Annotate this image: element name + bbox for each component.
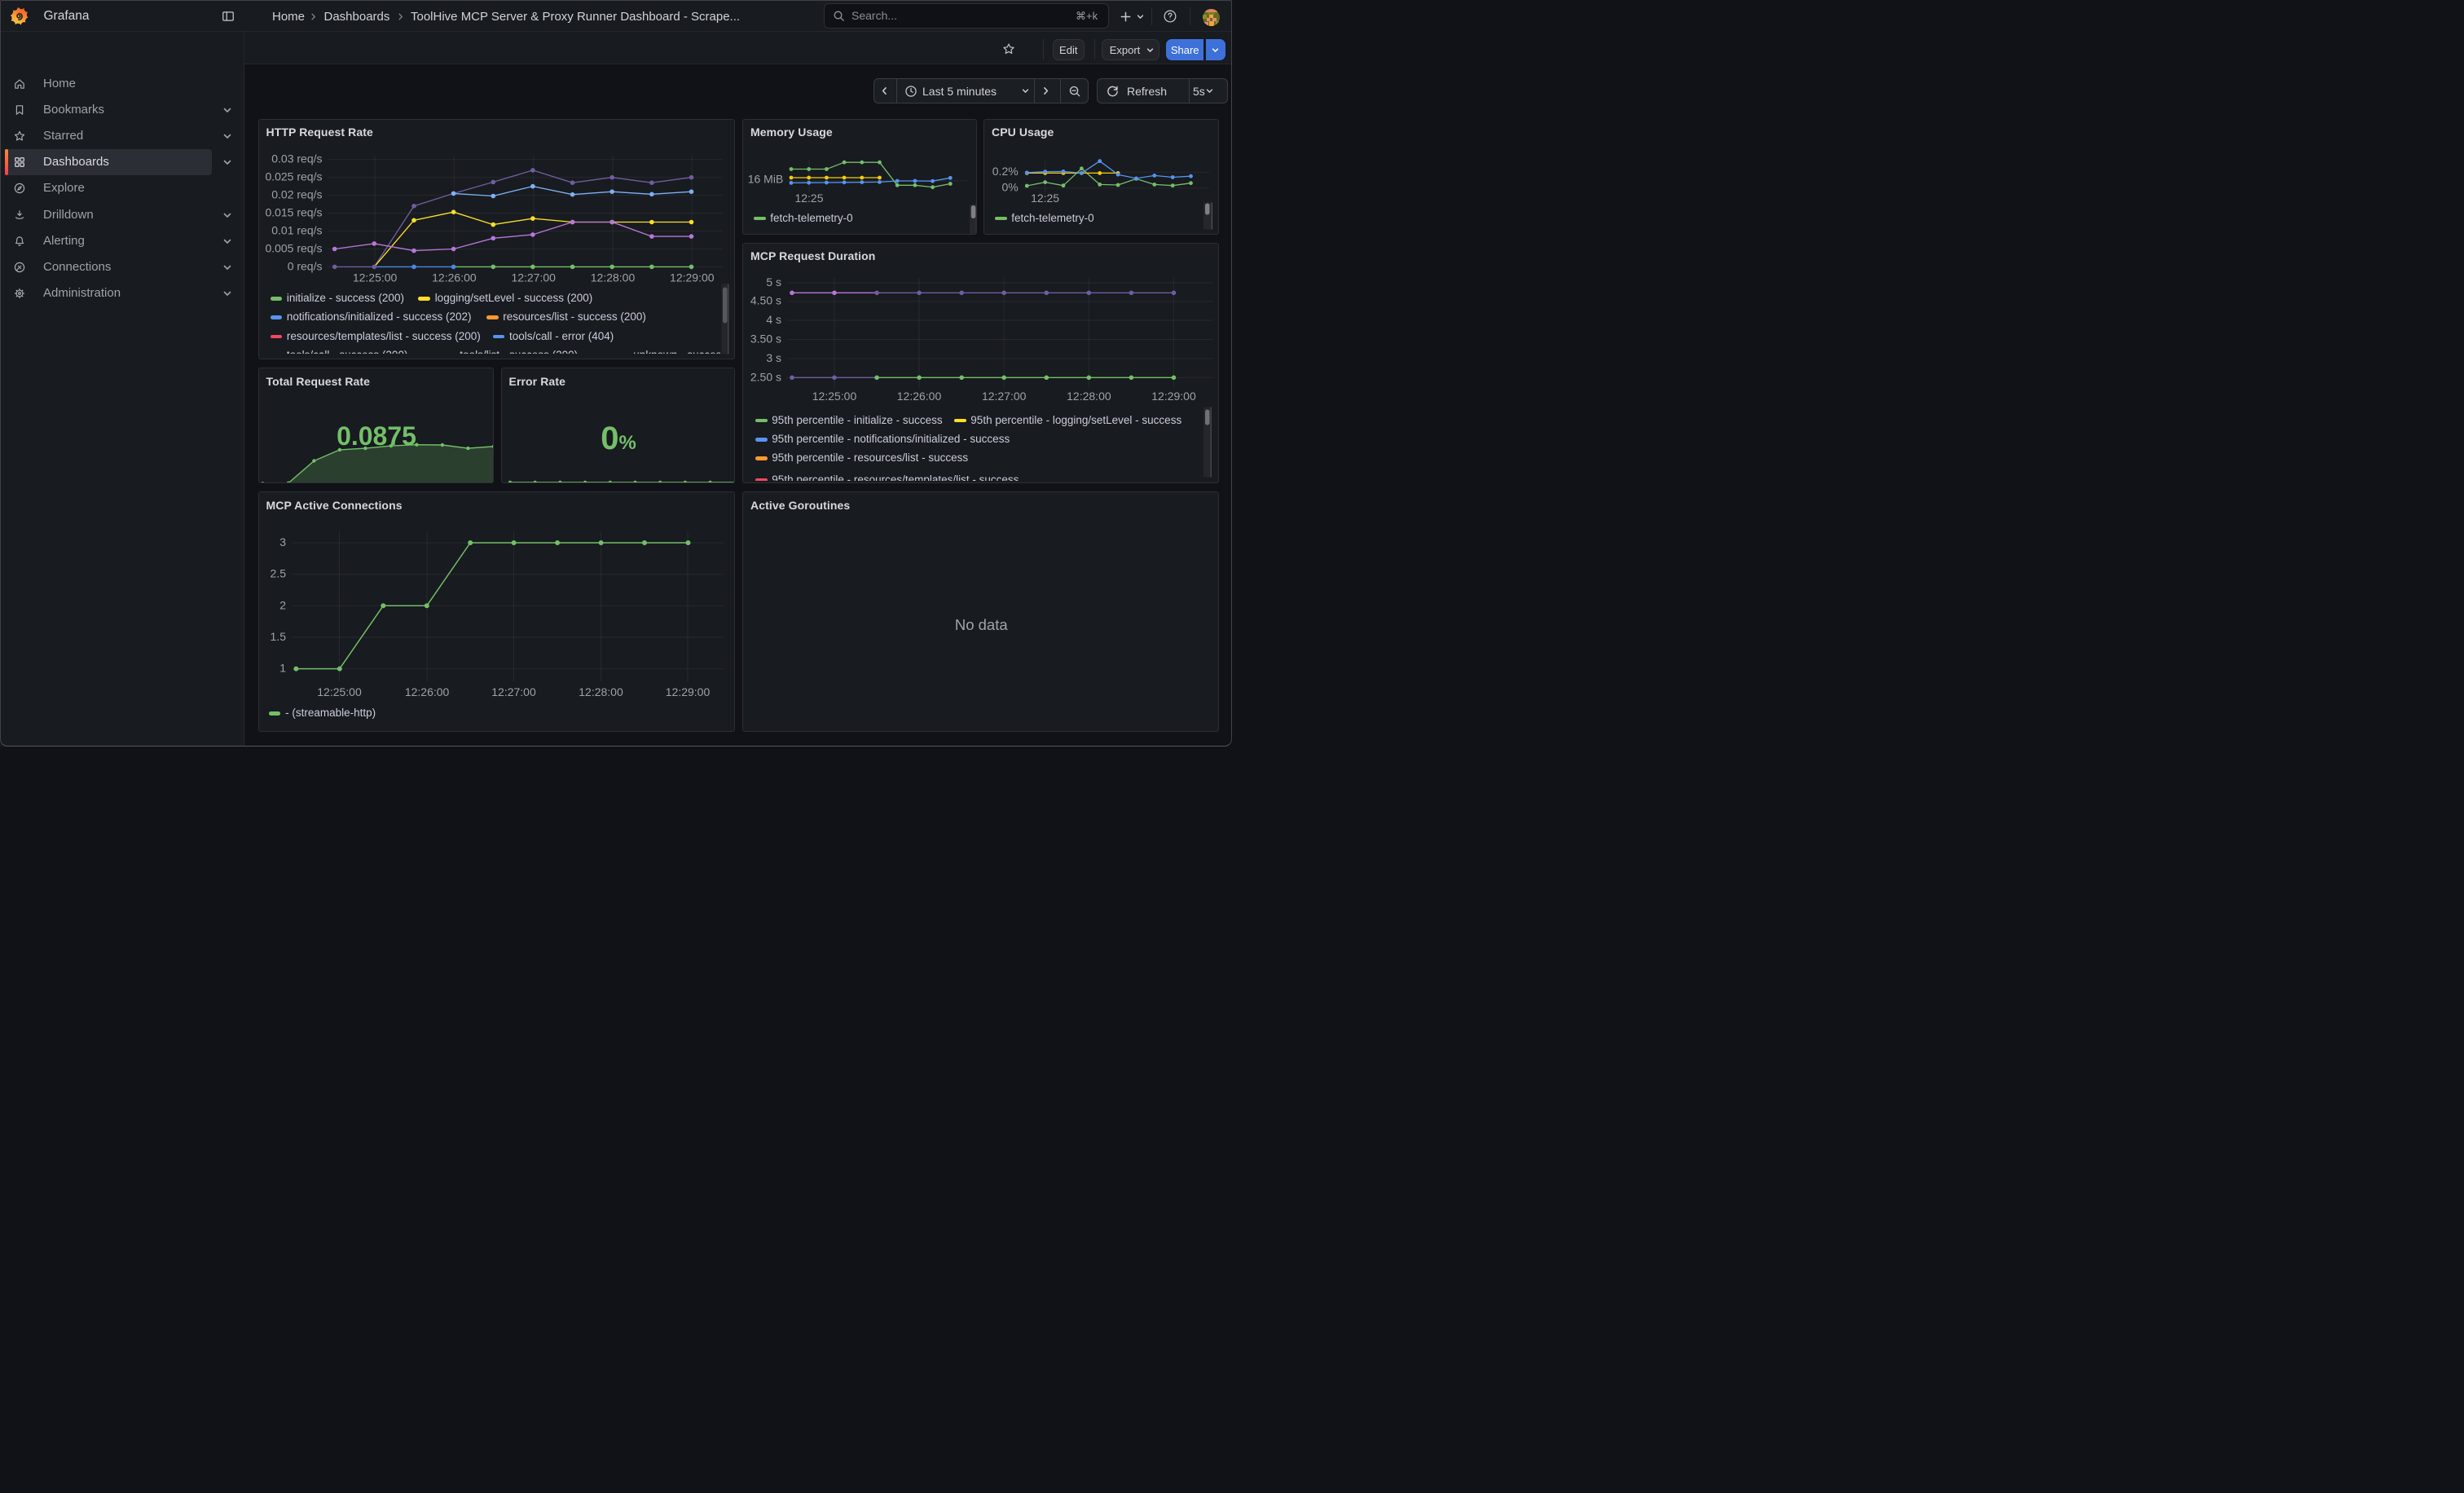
svg-text:3: 3: [279, 535, 286, 548]
svg-text:0.025 req/s: 0.025 req/s: [265, 170, 322, 183]
svg-text:12:25:00: 12:25:00: [352, 271, 397, 284]
svg-text:12:25:00: 12:25:00: [812, 390, 857, 403]
svg-text:1: 1: [279, 662, 286, 675]
svg-text:4 s: 4 s: [766, 313, 781, 326]
svg-text:2.5: 2.5: [270, 567, 286, 580]
svg-text:12:25: 12:25: [794, 192, 823, 205]
svg-text:12:26:00: 12:26:00: [404, 685, 449, 698]
svg-text:3.50 s: 3.50 s: [750, 332, 781, 345]
svg-text:12:26:00: 12:26:00: [897, 390, 942, 403]
svg-text:0.005 req/s: 0.005 req/s: [265, 241, 322, 254]
svg-text:12:28:00: 12:28:00: [590, 271, 635, 284]
svg-text:0%: 0%: [1001, 180, 1018, 193]
svg-text:12:25: 12:25: [1031, 192, 1059, 205]
svg-text:12:27:00: 12:27:00: [982, 390, 1027, 403]
svg-text:16 MiB: 16 MiB: [748, 172, 784, 185]
svg-text:0.03 req/s: 0.03 req/s: [271, 152, 322, 165]
svg-text:12:26:00: 12:26:00: [432, 271, 477, 284]
svg-text:12:29:00: 12:29:00: [1151, 390, 1196, 403]
svg-text:3 s: 3 s: [766, 351, 781, 364]
svg-text:0.02 req/s: 0.02 req/s: [271, 187, 322, 200]
svg-text:12:25:00: 12:25:00: [317, 685, 362, 698]
svg-text:0 req/s: 0 req/s: [287, 259, 322, 272]
svg-text:4.50 s: 4.50 s: [750, 293, 781, 306]
svg-text:12:29:00: 12:29:00: [665, 685, 710, 698]
svg-text:12:28:00: 12:28:00: [1067, 390, 1111, 403]
svg-text:2: 2: [279, 598, 286, 611]
svg-text:12:28:00: 12:28:00: [579, 685, 623, 698]
svg-text:12:29:00: 12:29:00: [670, 271, 715, 284]
svg-text:2.50 s: 2.50 s: [750, 370, 781, 383]
svg-text:0.2%: 0.2%: [992, 165, 1019, 178]
svg-text:12:27:00: 12:27:00: [491, 685, 536, 698]
svg-text:0.01 req/s: 0.01 req/s: [271, 223, 322, 236]
svg-text:1.5: 1.5: [270, 630, 286, 643]
svg-text:0.015 req/s: 0.015 req/s: [265, 205, 322, 218]
svg-text:12:27:00: 12:27:00: [511, 271, 556, 284]
svg-text:5 s: 5 s: [766, 275, 781, 288]
